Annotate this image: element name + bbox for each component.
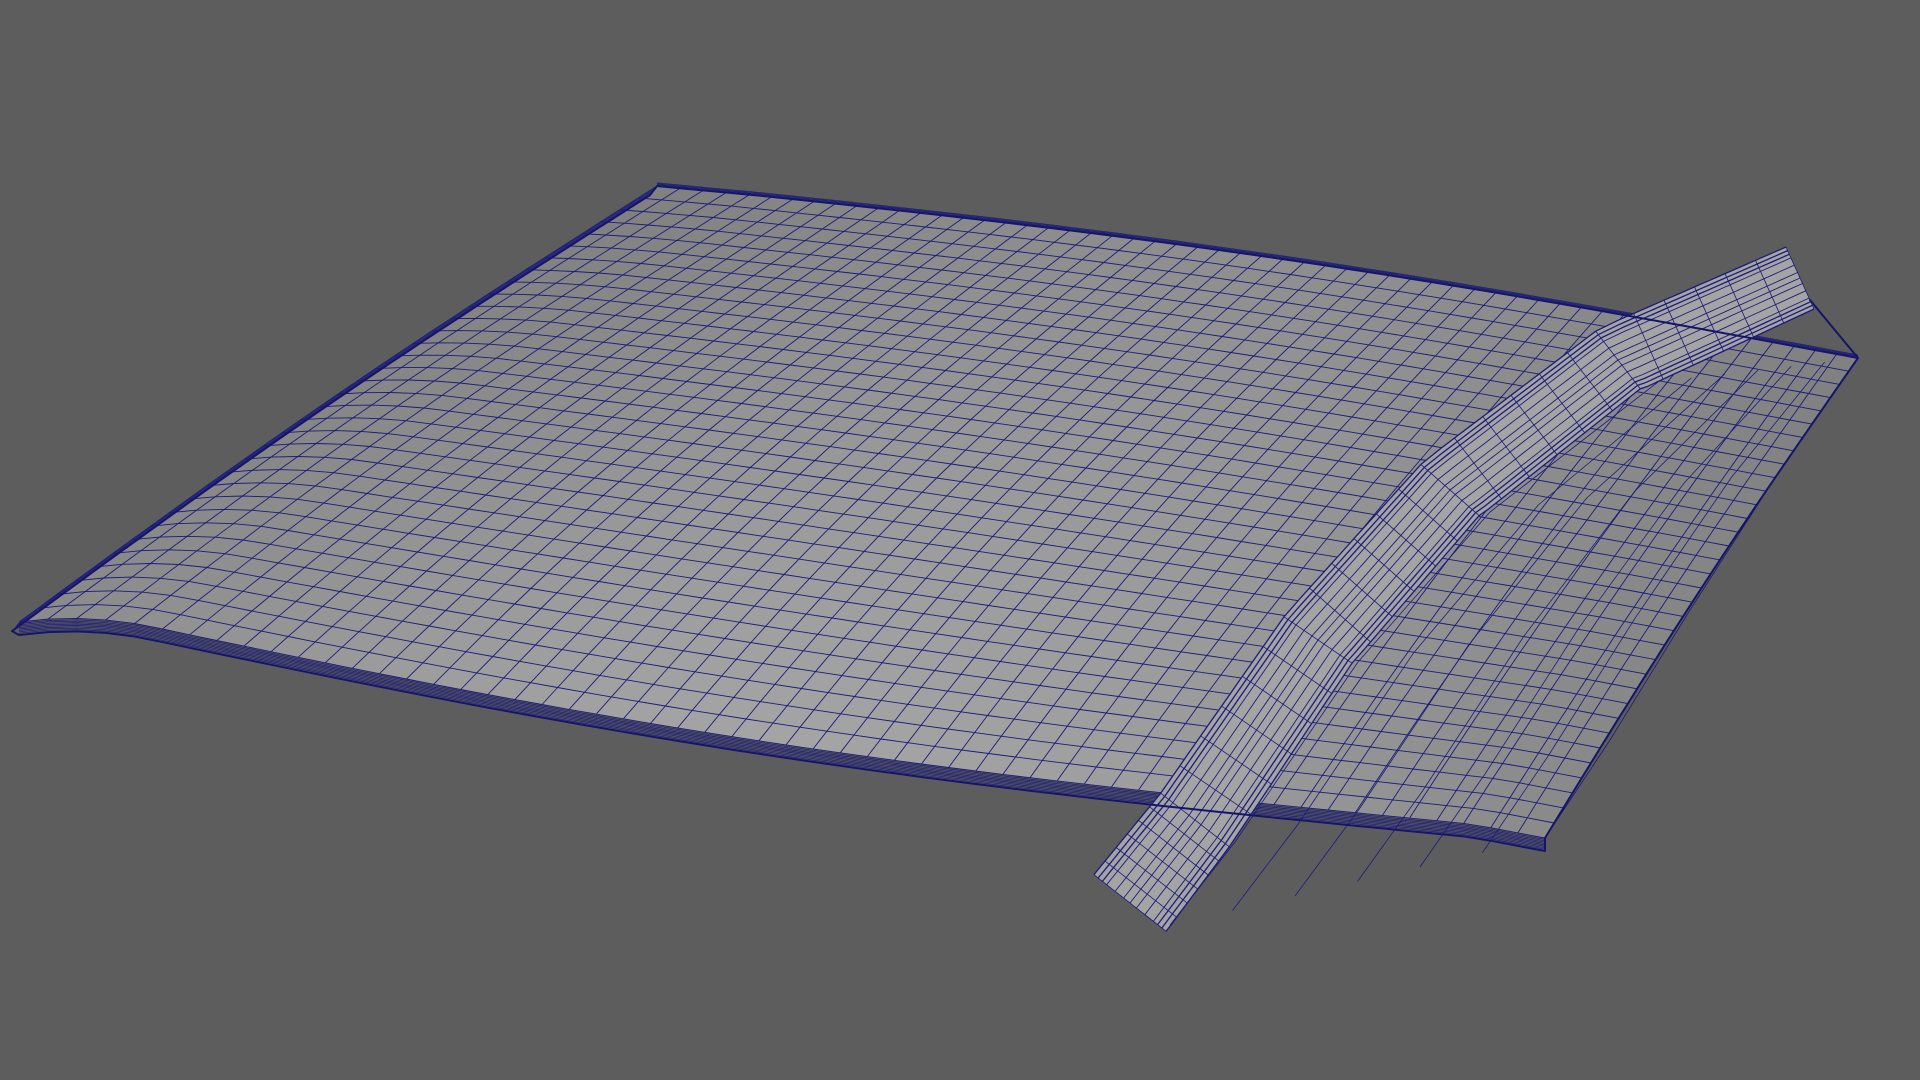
hood-mesh[interactable] <box>0 0 1920 1080</box>
3d-viewport[interactable] <box>0 0 1920 1080</box>
